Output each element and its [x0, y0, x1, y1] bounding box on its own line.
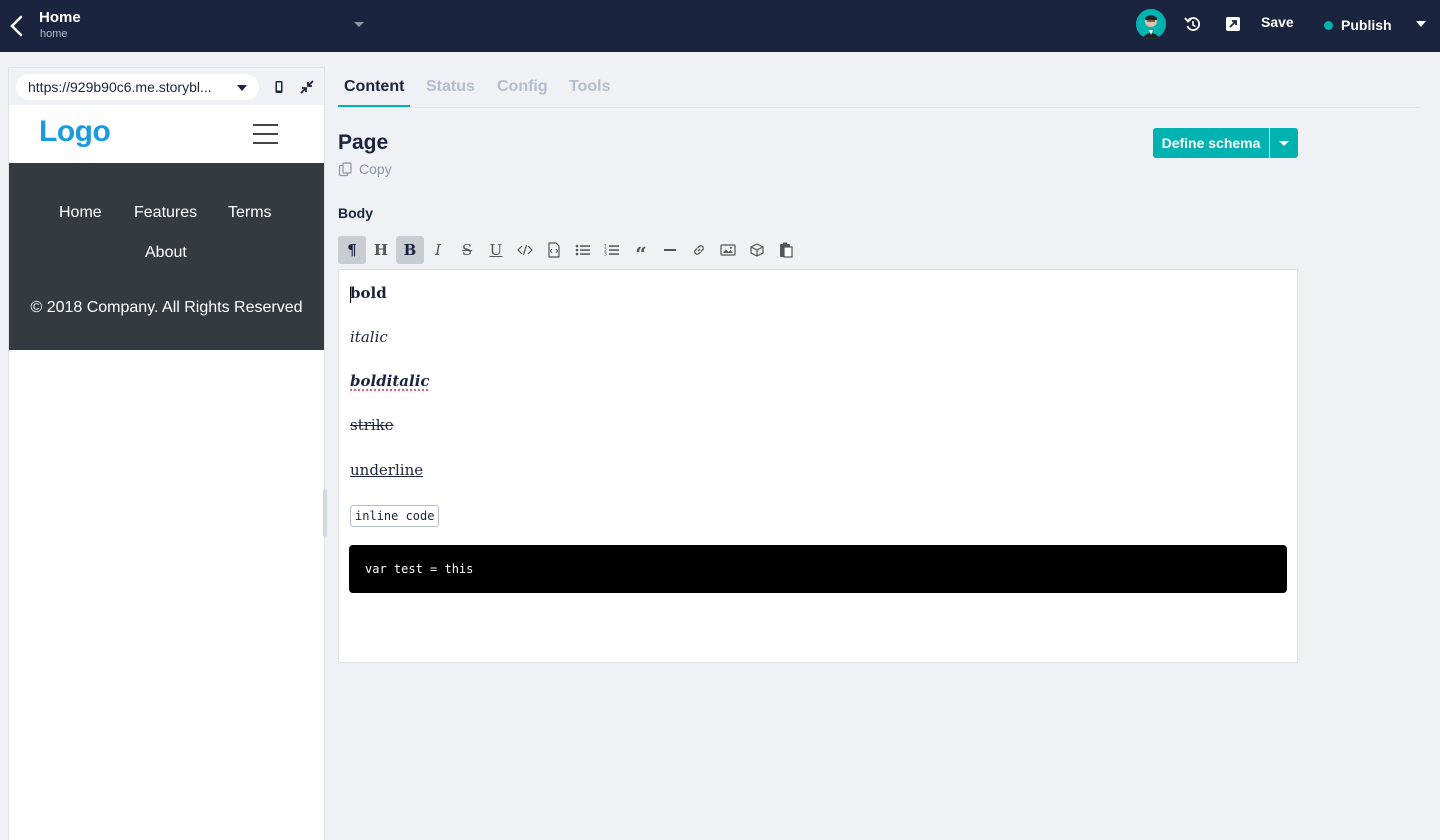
- define-schema-button[interactable]: Define schema: [1153, 128, 1269, 158]
- richtext-editor[interactable]: bold italic bolditalic strike underline …: [338, 269, 1298, 663]
- story-dropdown-caret-icon[interactable]: [354, 22, 364, 27]
- story-title: Home: [39, 9, 81, 26]
- paste-icon[interactable]: [772, 236, 800, 264]
- site-logo[interactable]: Logo: [39, 115, 111, 149]
- define-schema-dropdown-button[interactable]: [1270, 128, 1298, 158]
- editor-inline-code: inline code: [350, 505, 440, 527]
- history-icon: [1184, 17, 1201, 31]
- user-avatar-icon: [1136, 9, 1166, 39]
- collapse-preview-button[interactable]: [298, 78, 316, 96]
- status-dot-icon: [1324, 20, 1333, 30]
- ordered-list-icon[interactable]: 123: [598, 236, 626, 264]
- site-nav: Home Features Terms About © 2018 Company…: [9, 163, 324, 350]
- heading-icon[interactable]: H: [367, 236, 395, 264]
- story-slug: home: [40, 28, 68, 40]
- preview-pane: https://929b90c6.me.storybl... Logo Home…: [8, 67, 325, 840]
- bold-icon[interactable]: B: [396, 236, 424, 264]
- external-link-icon: [1226, 17, 1240, 31]
- svg-text:3: 3: [604, 252, 607, 258]
- site-nav-home[interactable]: Home: [59, 204, 102, 222]
- paragraph-icon[interactable]: ¶: [338, 236, 366, 264]
- device-toggle-button[interactable]: [271, 78, 287, 96]
- link-icon[interactable]: [685, 236, 713, 264]
- field-label-body: Body: [338, 205, 373, 221]
- history-button[interactable]: [1182, 13, 1204, 35]
- quote-icon[interactable]: “: [627, 236, 655, 264]
- url-dropdown-caret-icon[interactable]: [237, 85, 247, 91]
- tab-status[interactable]: Status: [426, 78, 475, 96]
- image-icon[interactable]: [714, 236, 742, 264]
- copy-button[interactable]: Copy: [338, 161, 392, 177]
- avatar[interactable]: [1136, 9, 1166, 39]
- tab-content[interactable]: Content: [344, 78, 404, 96]
- site-footer-copyright: © 2018 Company. All Rights Reserved: [30, 299, 303, 316]
- editor-underline-text: underline: [350, 461, 424, 479]
- pane-resize-handle[interactable]: [323, 489, 327, 537]
- copy-label: Copy: [359, 161, 392, 177]
- editor-strike-text: strike: [350, 416, 394, 434]
- publish-button[interactable]: Publish: [1324, 14, 1392, 36]
- site-header: Logo: [9, 105, 324, 163]
- tab-tools[interactable]: Tools: [569, 78, 610, 96]
- italic-icon[interactable]: I: [424, 236, 452, 264]
- active-tab-indicator: [338, 105, 410, 107]
- copy-icon: [338, 161, 352, 176]
- code-block-icon[interactable]: [540, 236, 568, 264]
- top-bar: Home home Save Publish: [0, 0, 1440, 52]
- bullet-list-icon[interactable]: [569, 236, 597, 264]
- code-icon[interactable]: [511, 236, 539, 264]
- back-button[interactable]: [6, 12, 28, 40]
- editor-bold-text: bold: [350, 284, 387, 302]
- hamburger-menu-icon[interactable]: [253, 124, 278, 144]
- site-nav-about[interactable]: About: [145, 244, 187, 262]
- site-nav-terms[interactable]: Terms: [228, 204, 272, 222]
- publish-dropdown-caret-icon[interactable]: [1416, 21, 1426, 27]
- chevron-left-icon: [10, 15, 23, 37]
- preview-url-input[interactable]: https://929b90c6.me.storybl...: [16, 74, 259, 100]
- underline-icon[interactable]: U: [482, 236, 510, 264]
- site-nav-features[interactable]: Features: [134, 204, 197, 222]
- save-button[interactable]: Save: [1261, 14, 1294, 36]
- tab-config[interactable]: Config: [497, 78, 548, 96]
- editor-bolditalic-text: bolditalic: [350, 372, 430, 390]
- horizontal-rule-icon[interactable]: [656, 236, 684, 264]
- open-preview-button[interactable]: [1222, 13, 1244, 35]
- editor-tabs: Content Status Config Tools: [338, 67, 1420, 108]
- publish-label: Publish: [1341, 17, 1392, 33]
- strike-icon[interactable]: S: [453, 236, 481, 264]
- collapse-icon: [300, 80, 314, 94]
- block-title: Page: [338, 131, 389, 154]
- editor-code-block: var test = this: [349, 545, 1287, 593]
- url-bar: https://929b90c6.me.storybl...: [9, 68, 324, 105]
- editor-italic-text: italic: [350, 328, 388, 346]
- blok-icon[interactable]: [743, 236, 771, 264]
- mobile-icon: [275, 81, 283, 93]
